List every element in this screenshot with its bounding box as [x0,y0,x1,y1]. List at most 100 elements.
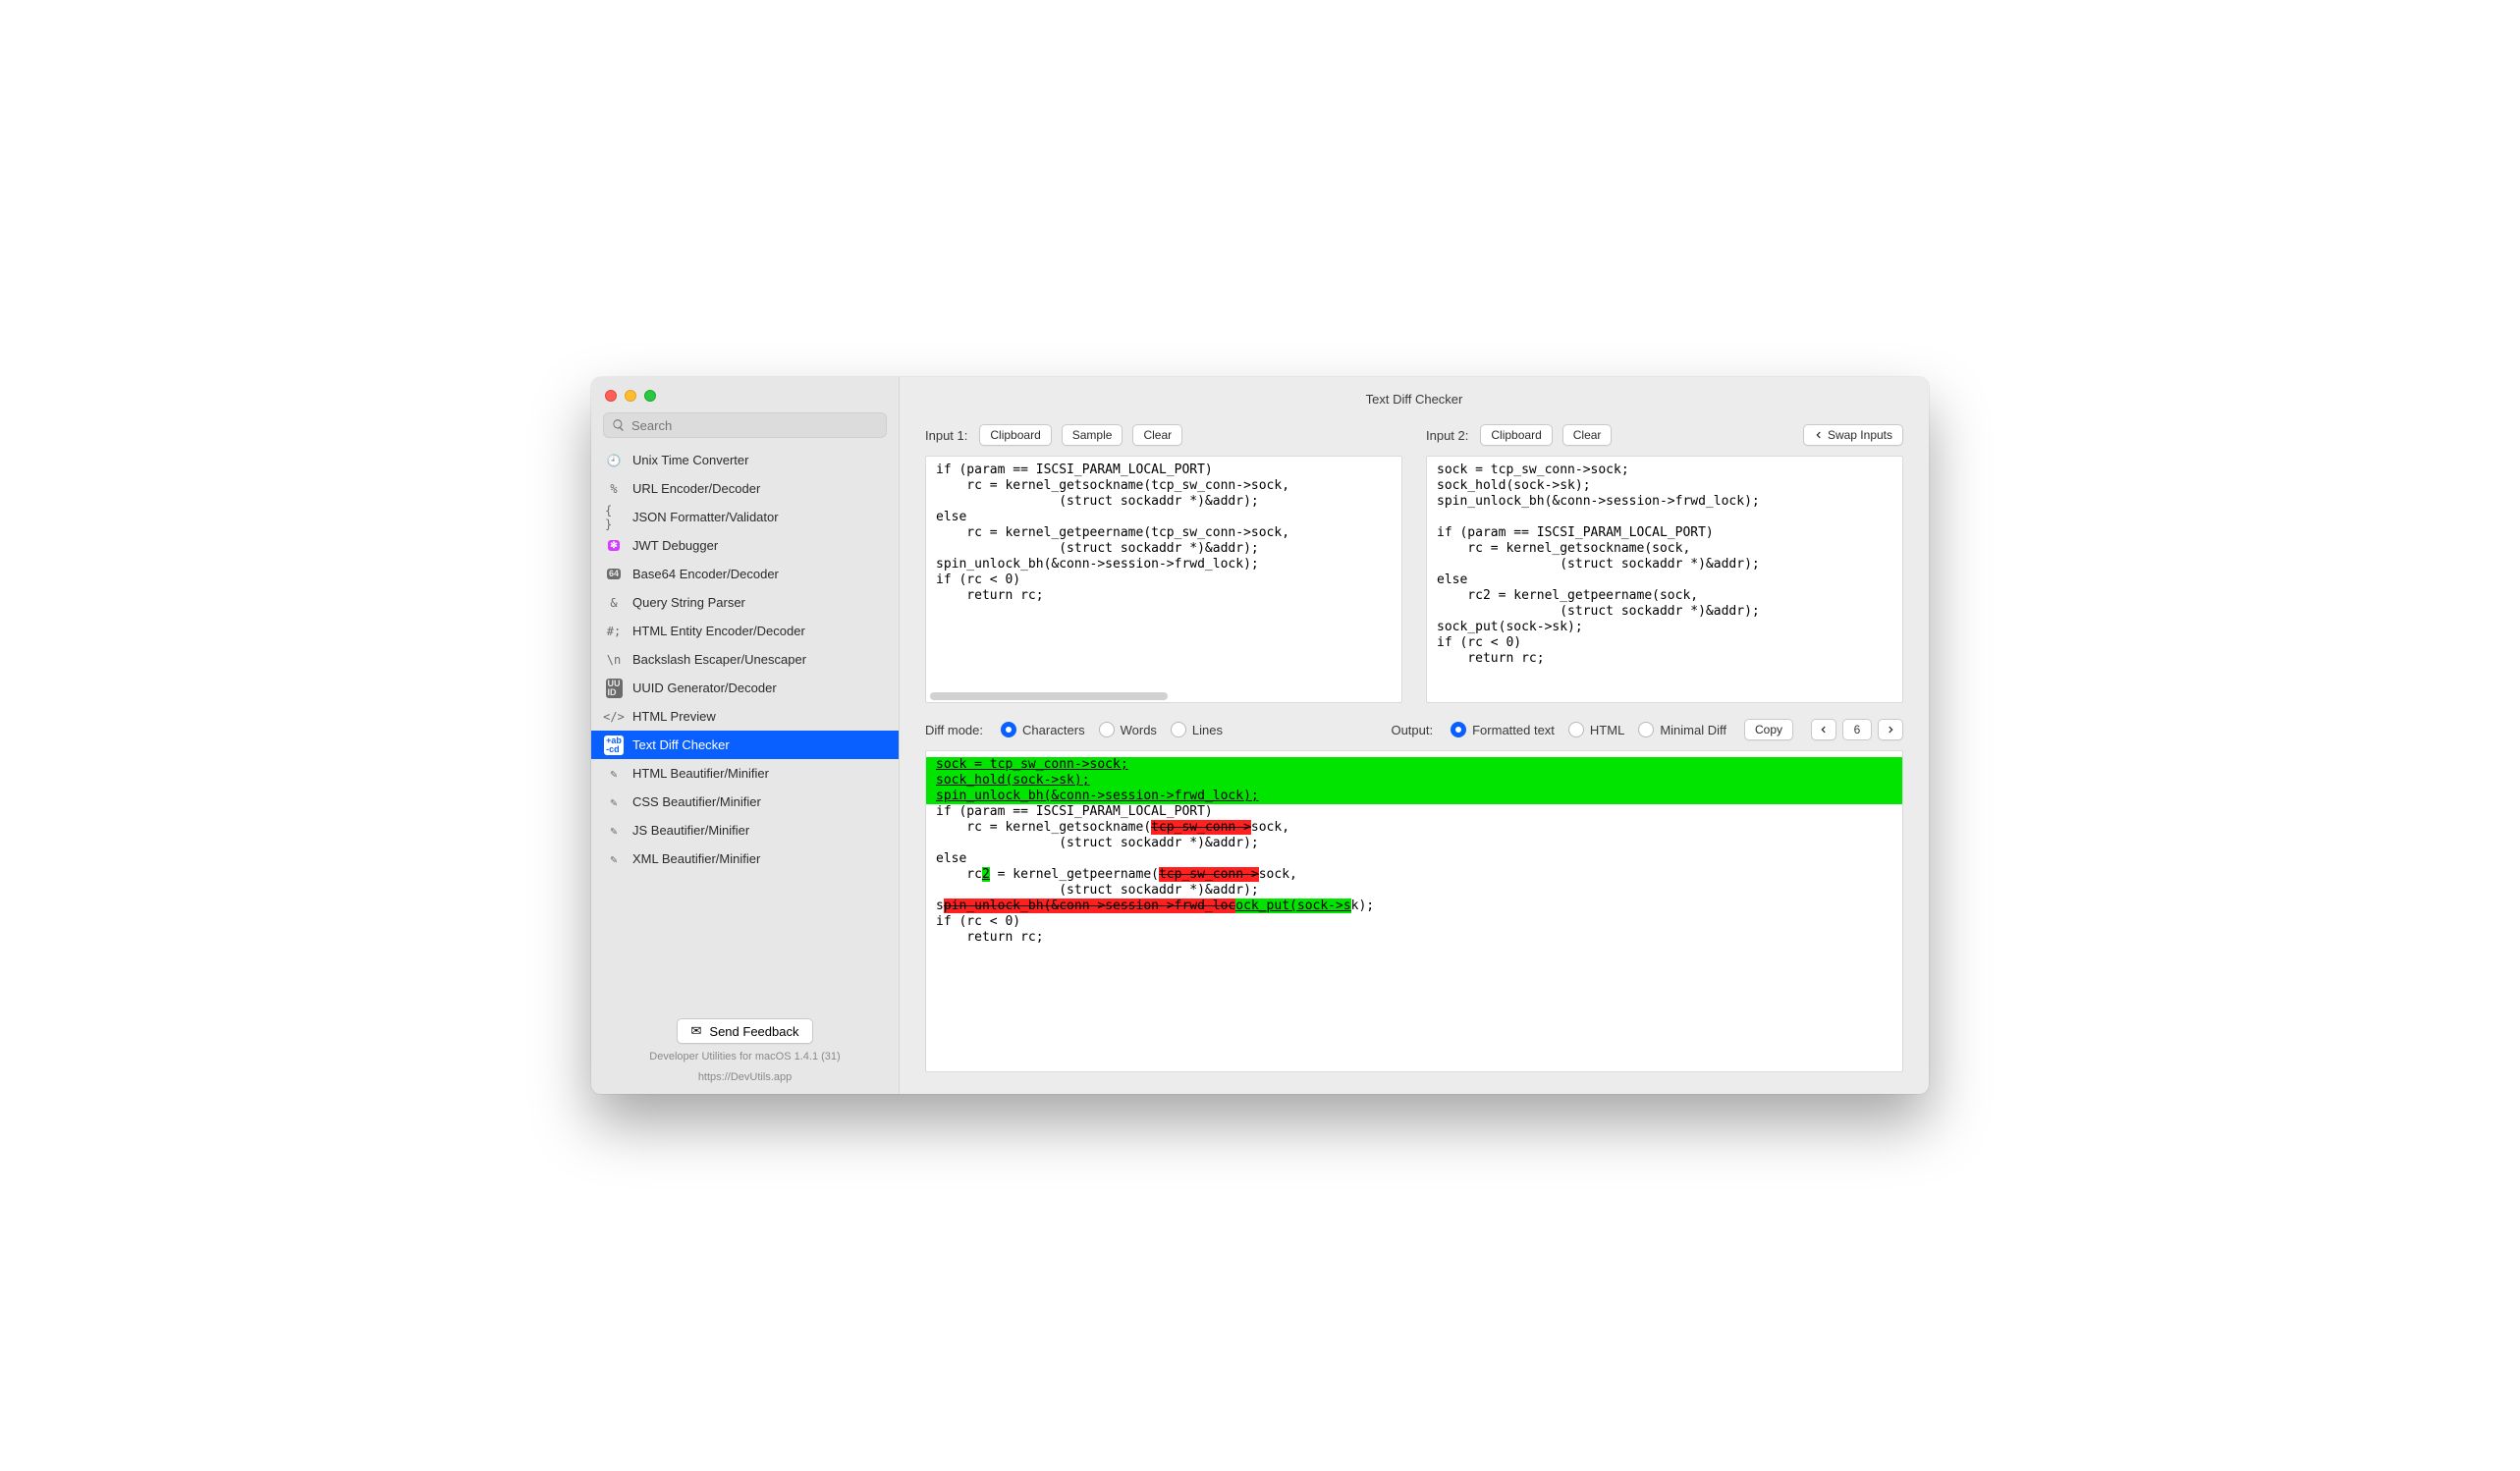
copy-button[interactable]: Copy [1744,719,1793,740]
diff-line: rc = kernel_getsockname(tcp_sw_conn->soc… [926,820,1902,836]
input1-clipboard-button[interactable]: Clipboard [979,424,1051,446]
diff-delete-span: tcp_sw_conn-> [1151,820,1251,835]
diff-insert-span: 2 [982,867,990,882]
sidebar-item[interactable]: ✎ XML Beautifier/Minifier [591,844,899,873]
braces-icon: { } [605,509,623,526]
angle-brackets-icon: </> [605,708,623,726]
diff-line: return rc; [926,930,1902,946]
output-html-radio[interactable]: HTML [1568,722,1624,737]
input1-label: Input 1: [925,428,967,443]
diff-insert-line: spin_unlock_bh(&conn->session->frwd_lock… [926,789,1902,804]
next-diff-button[interactable] [1878,719,1903,740]
app-meta-line-1: Developer Utilities for macOS 1.4.1 (31) [649,1050,840,1063]
percent-icon: % [605,480,623,498]
sidebar-item-label: Unix Time Converter [632,453,748,467]
sidebar-item[interactable]: { } JSON Formatter/Validator [591,503,899,531]
sidebar-item-label: UUID Generator/Decoder [632,681,777,695]
clock-icon: 🕘 [605,452,623,469]
diff-output[interactable]: sock = tcp_sw_conn->sock;sock_hold(sock-… [925,750,1903,1072]
backslash-n-icon: \n [605,651,623,669]
diff-line: rc2 = kernel_getpeername(tcp_sw_conn->so… [926,867,1902,883]
input1-sample-button[interactable]: Sample [1062,424,1123,446]
wand-icon: ✎ [605,822,623,840]
diff-nav: 6 [1811,719,1903,740]
app-meta-line-2: https://DevUtils.app [698,1070,792,1084]
chevron-right-icon [1886,725,1895,735]
output-minimal-radio[interactable]: Minimal Diff [1638,722,1726,737]
sidebar-item[interactable]: % URL Encoder/Decoder [591,474,899,503]
sidebar-item[interactable]: </>HTML Preview [591,702,899,731]
chevron-left-icon [1819,725,1829,735]
wand-icon: ✎ [605,850,623,868]
diff-line: (struct sockaddr *)&addr); [926,883,1902,899]
input1-textarea[interactable]: if (param == ISCSI_PARAM_LOCAL_PORT) rc … [925,456,1402,703]
sidebar-item-label: URL Encoder/Decoder [632,481,760,496]
wand-icon: ✎ [605,793,623,811]
sidebar-item-label: CSS Beautifier/Minifier [632,794,761,809]
ampersand-icon: & [605,594,623,612]
diff-count: 6 [1842,719,1872,740]
app-window: 🕘 Unix Time Converter% URL Encoder/Decoder… [591,377,1929,1094]
diff-mode-group: Characters Words Lines [1001,722,1223,737]
swap-inputs-button[interactable]: Swap Inputs [1803,424,1903,446]
input1-clear-button[interactable]: Clear [1132,424,1182,446]
sidebar-item[interactable]: ✎HTML Beautifier/Minifier [591,759,899,788]
diff-line: else [926,851,1902,867]
window-controls [605,390,656,402]
prev-diff-button[interactable] [1811,719,1836,740]
minimize-window-icon[interactable] [625,390,636,402]
search-input[interactable] [631,418,878,433]
sidebar-item[interactable]: ✎ JS Beautifier/Minifier [591,816,899,844]
diff-insert-line: sock = tcp_sw_conn->sock; [926,757,1902,773]
diff-line: if (param == ISCSI_PARAM_LOCAL_PORT) [926,804,1902,820]
page-title: Text Diff Checker [1366,392,1463,407]
output-formatted-radio[interactable]: Formatted text [1451,722,1555,737]
sidebar-item[interactable]: +ab -cdText Diff Checker [591,731,899,759]
sidebar-item-label: JS Beautifier/Minifier [632,823,749,838]
search-input-wrap[interactable] [603,412,887,438]
sidebar-item[interactable]: &Query String Parser [591,588,899,617]
zoom-window-icon[interactable] [644,390,656,402]
sidebar-item[interactable]: ✻ JWT Debugger [591,531,899,560]
sidebar: 🕘 Unix Time Converter% URL Encoder/Decoder… [591,377,900,1094]
mail-icon: ✉ [691,1023,702,1039]
jwt-icon: ✻ [605,537,623,555]
diff-insert-span: ock_put(sock->s [1235,899,1350,913]
diff-mode-lines-radio[interactable]: Lines [1171,722,1223,737]
send-feedback-button[interactable]: ✉ Send Feedback [677,1018,814,1044]
sidebar-footer: ✉ Send Feedback Developer Utilities for … [591,1008,899,1094]
output-mode-group: Formatted text HTML Minimal Diff [1451,722,1726,737]
diff-delete-span: pin_unlock_bh(&conn->session->frwd_loc [944,899,1235,913]
title-bar: Text Diff Checker [900,377,1929,420]
hashsemi-icon: #; [605,623,623,640]
diff-mode-words-radio[interactable]: Words [1099,722,1157,737]
input1-column: Input 1: Clipboard Sample Clear if (para… [925,420,1402,703]
input2-clipboard-button[interactable]: Clipboard [1480,424,1552,446]
sidebar-item[interactable]: UU IDUUID Generator/Decoder [591,674,899,702]
sidebar-item[interactable]: 🕘 Unix Time Converter [591,446,899,474]
sidebar-item[interactable]: ✎ CSS Beautifier/Minifier [591,788,899,816]
sidebar-item[interactable]: \nBackslash Escaper/Unescaper [591,645,899,674]
sidebar-item-label: XML Beautifier/Minifier [632,851,760,866]
wand-icon: ✎ [605,765,623,783]
sidebar-item[interactable]: 64 Base64 Encoder/Decoder [591,560,899,588]
diff-mode-characters-radio[interactable]: Characters [1001,722,1085,737]
sidebar-item-label: Query String Parser [632,595,745,610]
diff-mode-label: Diff mode: [925,723,983,737]
sidebar-item-label: JWT Debugger [632,538,718,553]
diff-line: if (rc < 0) [926,914,1902,930]
controls-row: Diff mode: Characters Words Lines Output… [900,703,1929,750]
sidebar-list: 🕘 Unix Time Converter% URL Encoder/Decoder… [591,446,899,1008]
sidebar-item[interactable]: #;HTML Entity Encoder/Decoder [591,617,899,645]
sidebar-item-label: Text Diff Checker [632,737,730,752]
diff-delete-span: tcp_sw_conn-> [1159,867,1259,882]
horizontal-scrollbar[interactable] [930,692,1168,700]
diff-line: (struct sockaddr *)&addr); [926,836,1902,851]
sidebar-item-label: Base64 Encoder/Decoder [632,567,779,581]
input2-column: Input 2: Clipboard Clear Swap Inputs soc… [1426,420,1903,703]
sidebar-item-label: JSON Formatter/Validator [632,510,779,524]
close-window-icon[interactable] [605,390,617,402]
input2-textarea[interactable]: sock = tcp_sw_conn->sock; sock_hold(sock… [1426,456,1903,703]
b64-icon: 64 [605,566,623,583]
input2-clear-button[interactable]: Clear [1562,424,1613,446]
